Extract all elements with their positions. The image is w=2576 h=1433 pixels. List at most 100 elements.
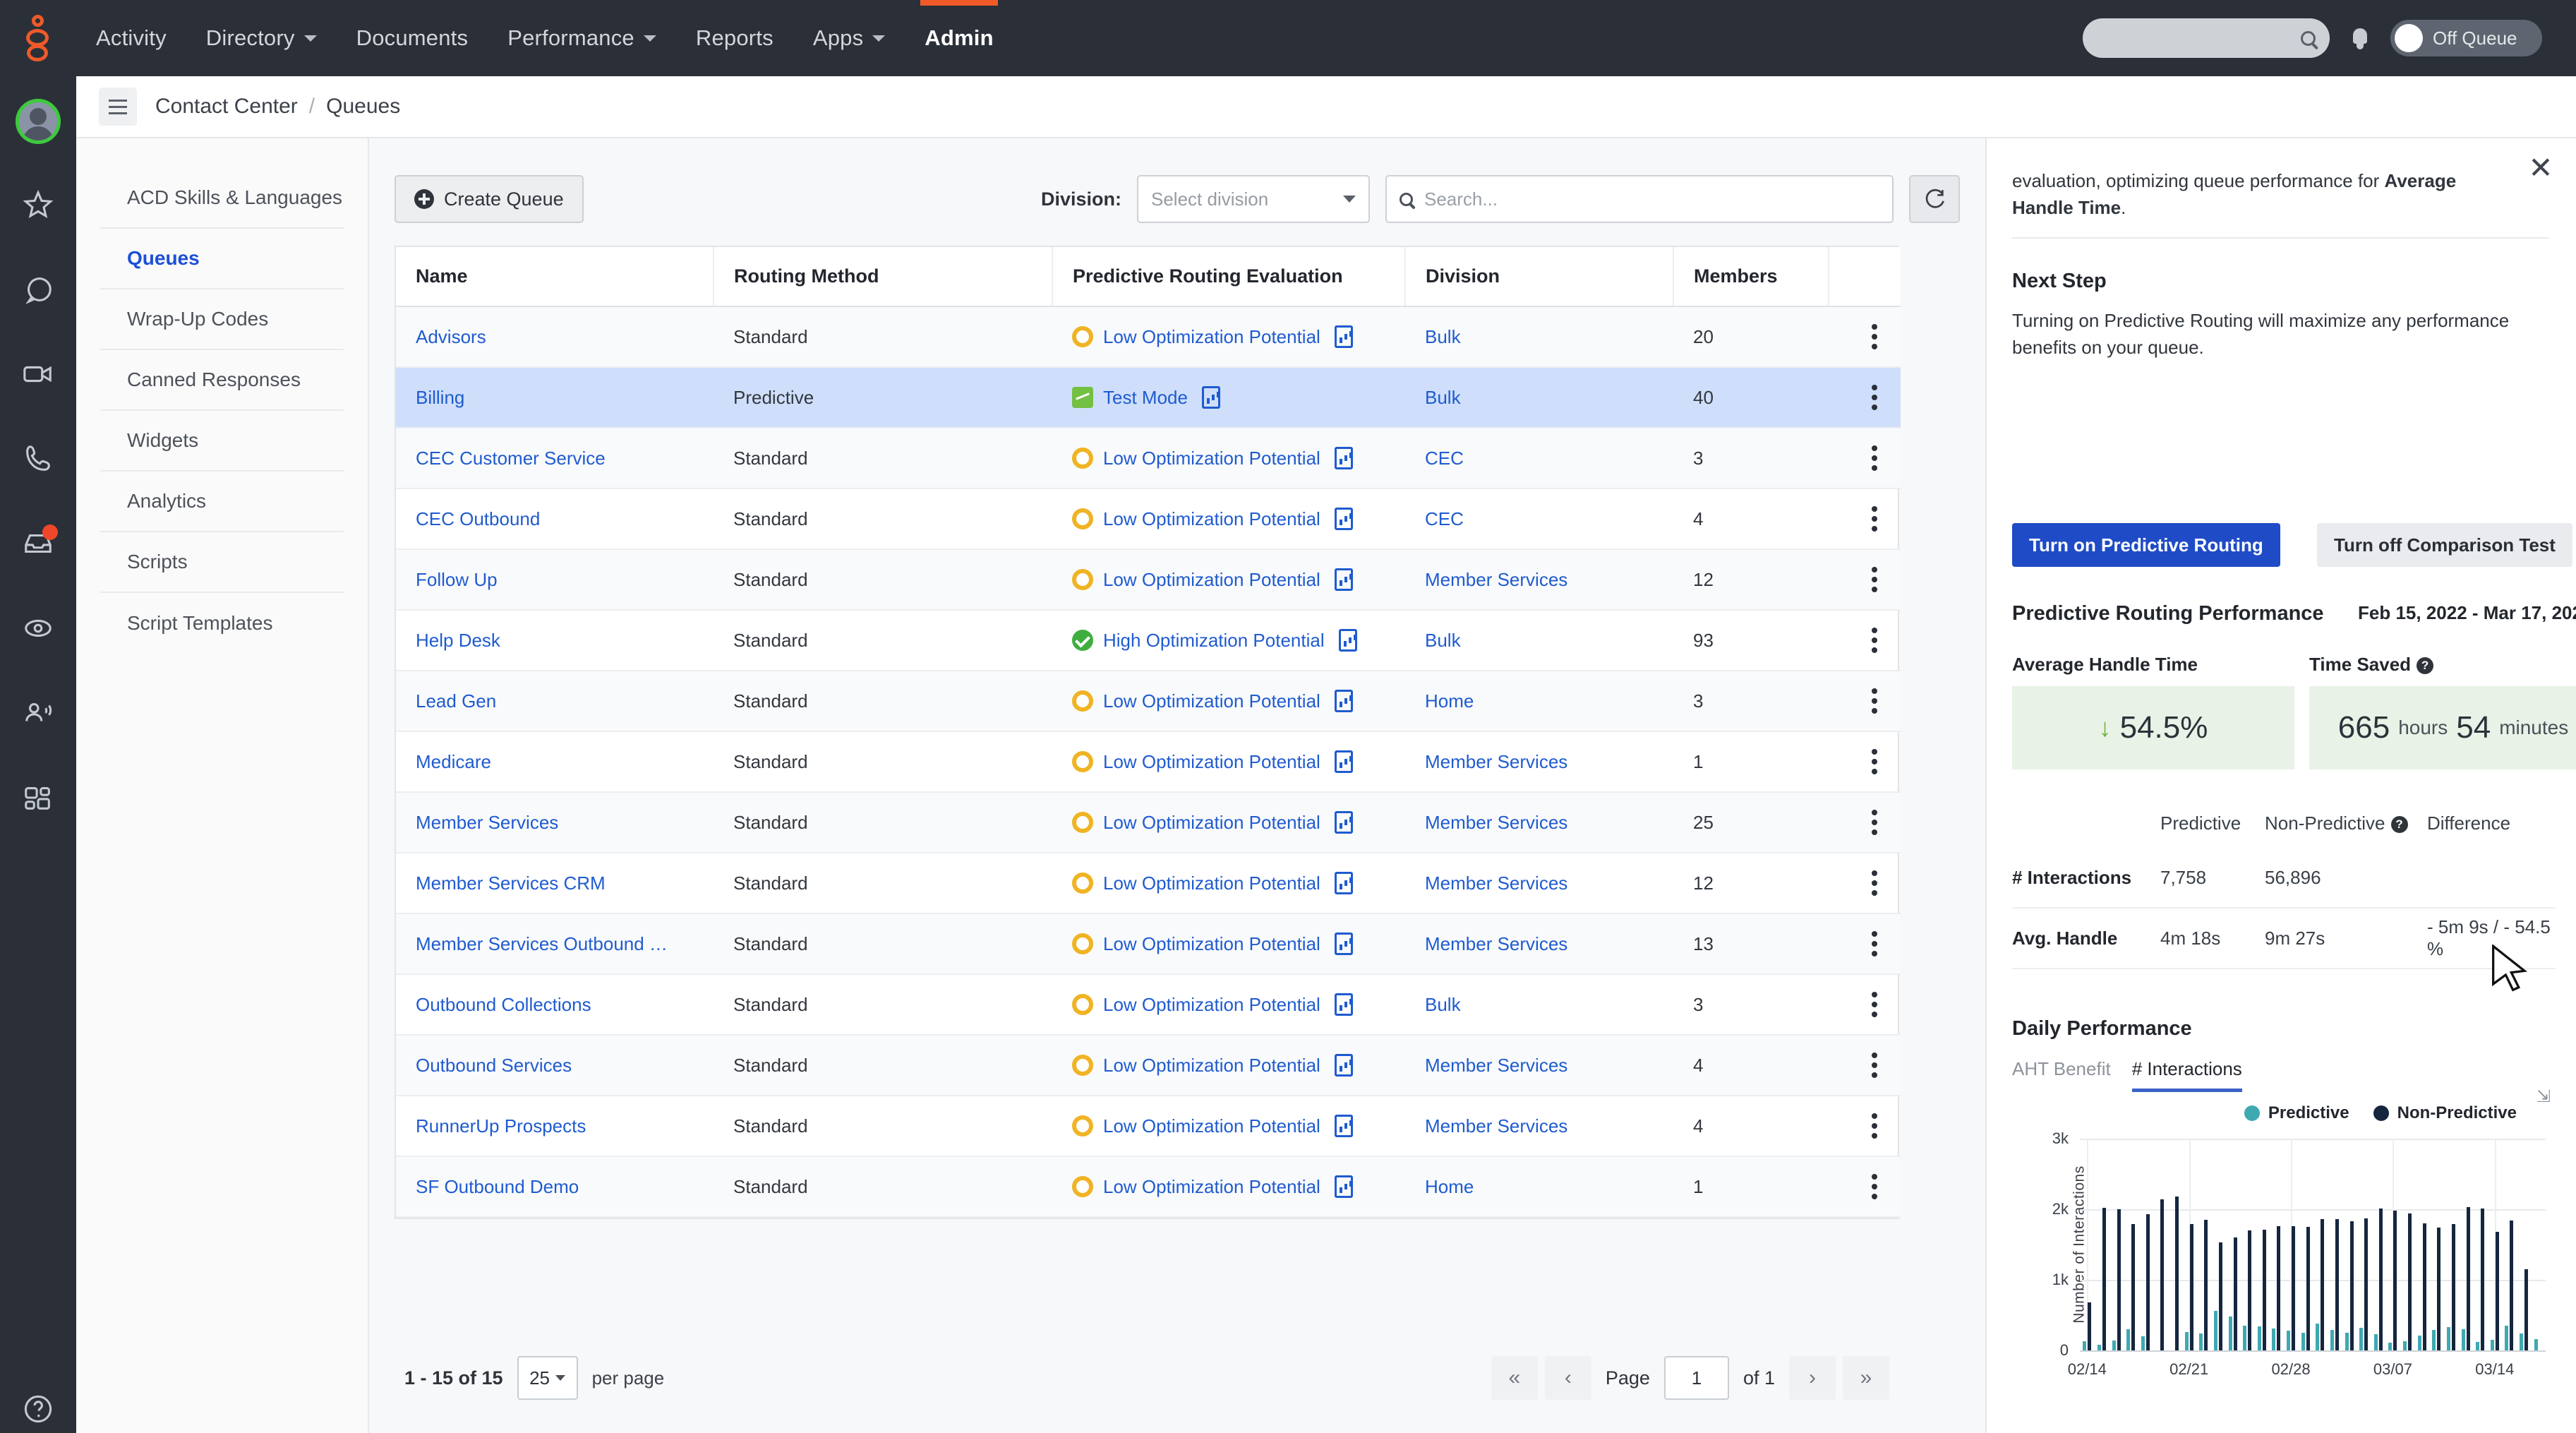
queue-search-input[interactable]: Search... <box>1385 175 1894 223</box>
nav-item-apps[interactable]: Apps <box>793 0 905 76</box>
app-logo[interactable] <box>0 0 76 76</box>
subnav-item-scripts[interactable]: Scripts <box>100 532 344 593</box>
row-actions-menu-button[interactable] <box>1848 810 1901 835</box>
help-icon[interactable] <box>18 1389 58 1429</box>
division-link[interactable]: CEC <box>1425 508 1464 529</box>
division-link[interactable]: Home <box>1425 1176 1474 1197</box>
subnav-item-wrap-up-codes[interactable]: Wrap-Up Codes <box>100 289 344 350</box>
table-row[interactable]: CEC Customer Service Standard Low Optimiza… <box>396 428 1901 489</box>
inbox-icon[interactable] <box>20 524 58 562</box>
evaluation-label[interactable]: High Optimization Potential <box>1103 630 1325 652</box>
division-link[interactable]: Bulk <box>1425 326 1461 347</box>
row-actions-menu-button[interactable] <box>1848 324 1901 349</box>
row-actions-menu-button[interactable] <box>1848 506 1901 532</box>
evaluation-label[interactable]: Low Optimization Potential <box>1103 508 1320 530</box>
queue-name-link[interactable]: Member Services <box>416 812 558 833</box>
close-icon[interactable]: ✕ <box>2525 152 2556 184</box>
report-icon[interactable] <box>1334 325 1353 348</box>
nav-item-admin[interactable]: Admin <box>905 0 1013 76</box>
report-icon[interactable] <box>1201 386 1220 409</box>
refresh-button[interactable] <box>1909 175 1960 223</box>
help-icon[interactable]: ? <box>2416 657 2434 674</box>
nav-item-directory[interactable]: Directory <box>186 0 337 76</box>
evaluation-label[interactable]: Low Optimization Potential <box>1103 1176 1320 1198</box>
report-icon[interactable] <box>1334 1054 1353 1077</box>
table-row[interactable]: Billing Predictive Test Mode Bulk 40 <box>396 367 1901 428</box>
prev-page-button[interactable]: ‹ <box>1544 1356 1591 1400</box>
nav-item-reports[interactable]: Reports <box>676 0 793 76</box>
subnav-item-canned-responses[interactable]: Canned Responses <box>100 350 344 411</box>
evaluation-label[interactable]: Low Optimization Potential <box>1103 812 1320 834</box>
division-link[interactable]: Member Services <box>1425 933 1567 954</box>
nav-item-documents[interactable]: Documents <box>337 0 488 76</box>
evaluation-label[interactable]: Low Optimization Potential <box>1103 690 1320 712</box>
division-link[interactable]: Bulk <box>1425 630 1461 651</box>
report-icon[interactable] <box>1334 993 1353 1016</box>
queue-name-link[interactable]: RunnerUp Prospects <box>416 1115 586 1137</box>
phone-icon[interactable] <box>20 440 56 477</box>
column-header-routing-method[interactable]: Routing Method <box>714 247 1053 307</box>
subnav-item-script-templates[interactable]: Script Templates <box>100 593 344 654</box>
row-actions-menu-button[interactable] <box>1848 1053 1901 1078</box>
row-actions-menu-button[interactable] <box>1848 445 1901 471</box>
presence-status-toggle[interactable]: Off Queue <box>2390 20 2542 56</box>
evaluation-label[interactable]: Low Optimization Potential <box>1103 873 1320 894</box>
report-icon[interactable] <box>1338 629 1357 652</box>
evaluation-label[interactable]: Low Optimization Potential <box>1103 994 1320 1016</box>
interactions-icon[interactable] <box>20 610 56 647</box>
division-select[interactable]: Select division <box>1137 175 1370 223</box>
star-icon[interactable] <box>20 186 56 223</box>
table-row[interactable]: RunnerUp Prospects Standard Low Optimizati… <box>396 1096 1901 1157</box>
queue-name-link[interactable]: Follow Up <box>416 569 498 590</box>
evaluation-label[interactable]: Low Optimization Potential <box>1103 448 1320 469</box>
queue-name-link[interactable]: Outbound Collections <box>416 994 591 1015</box>
nav-item-activity[interactable]: Activity <box>76 0 186 76</box>
queue-name-link[interactable]: SF Outbound Demo <box>416 1176 579 1197</box>
division-link[interactable]: Member Services <box>1425 1115 1567 1137</box>
table-row[interactable]: Member Services Outbound … Standard Low Op… <box>396 913 1901 975</box>
table-row[interactable]: CEC Outbound Standard Low Optimization Pot… <box>396 488 1901 550</box>
report-icon[interactable] <box>1334 1115 1353 1137</box>
column-header-predictive-routing-evaluation[interactable]: Predictive Routing Evaluation <box>1052 247 1406 307</box>
table-row[interactable]: Advisors Standard Low Optimization Potenti… <box>396 306 1901 368</box>
queue-name-link[interactable]: CEC Customer Service <box>416 448 606 469</box>
subnav-item-widgets[interactable]: Widgets <box>100 411 344 472</box>
report-icon[interactable] <box>1334 872 1353 894</box>
division-link[interactable]: Member Services <box>1425 751 1567 772</box>
create-queue-button[interactable]: Create Queue <box>395 175 584 223</box>
table-row[interactable]: Outbound Collections Standard Low Optimiza… <box>396 974 1901 1036</box>
global-search-input[interactable] <box>2083 18 2330 58</box>
table-row[interactable]: SF Outbound Demo Standard Low Optimization… <box>396 1156 1901 1218</box>
report-icon[interactable] <box>1334 568 1353 591</box>
report-icon[interactable] <box>1334 811 1353 834</box>
breadcrumb-root[interactable]: Contact Center <box>155 95 298 119</box>
division-link[interactable]: Member Services <box>1425 873 1567 894</box>
row-actions-menu-button[interactable] <box>1848 1174 1901 1199</box>
table-row[interactable]: Help Desk Standard High Optimization Poten… <box>396 610 1901 671</box>
queue-name-link[interactable]: Member Services CRM <box>416 873 606 894</box>
division-link[interactable]: Bulk <box>1425 387 1461 408</box>
table-row[interactable]: Member Services CRM Standard Low Optimizat… <box>396 853 1901 914</box>
evaluation-label[interactable]: Low Optimization Potential <box>1103 569 1320 591</box>
report-icon[interactable] <box>1334 750 1353 773</box>
row-actions-menu-button[interactable] <box>1848 931 1901 957</box>
turn-off-comparison-test-button[interactable]: Turn off Comparison Test <box>2317 523 2572 567</box>
column-header-division[interactable]: Division <box>1405 247 1674 307</box>
voicemail-icon[interactable] <box>20 695 56 731</box>
video-icon[interactable] <box>20 356 56 392</box>
row-actions-menu-button[interactable] <box>1848 567 1901 592</box>
tab-aht-benefit[interactable]: AHT Benefit <box>2012 1058 2111 1092</box>
help-icon[interactable]: ? <box>2390 815 2408 833</box>
evaluation-label[interactable]: Low Optimization Potential <box>1103 326 1320 348</box>
row-actions-menu-button[interactable] <box>1848 1113 1901 1139</box>
expand-chart-icon[interactable]: ⇲ <box>2536 1086 2558 1108</box>
user-avatar[interactable] <box>16 99 61 144</box>
chat-icon[interactable] <box>20 271 56 308</box>
column-header-name[interactable]: Name <box>396 247 714 307</box>
queue-name-link[interactable]: Help Desk <box>416 630 500 651</box>
row-actions-menu-button[interactable] <box>1848 385 1901 410</box>
notifications-bell-icon[interactable] <box>2351 27 2369 49</box>
report-icon[interactable] <box>1334 1175 1353 1198</box>
report-icon[interactable] <box>1334 447 1353 469</box>
turn-on-predictive-routing-button[interactable]: Turn on Predictive Routing <box>2012 523 2280 567</box>
